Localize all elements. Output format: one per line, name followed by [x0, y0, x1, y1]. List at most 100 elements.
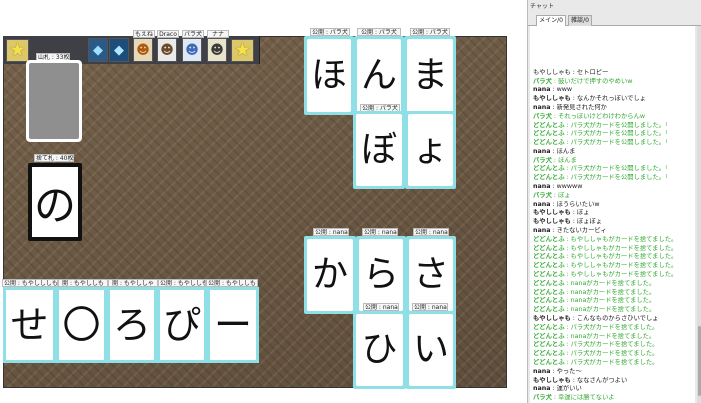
chat-text: : もやししゃもがカードを捨てました。	[564, 271, 678, 279]
chat-speaker: どどんとふ	[533, 244, 565, 252]
card-char: い	[409, 314, 453, 386]
tab-main[interactable]: メイン/0	[536, 15, 566, 26]
chat-text: : もやししゃもがカードを捨てました。	[564, 262, 678, 270]
chat-speaker: nana	[533, 367, 551, 375]
character-icon[interactable]: ☻	[157, 38, 177, 62]
hand-card[interactable]: ろ	[107, 287, 157, 363]
chat-speaker: どどんとふ	[533, 130, 565, 138]
hand-label: 公開 : もやししも	[206, 279, 258, 287]
chat-message: どどんとふ : パラ犬がカードを公開しました。「	[533, 130, 695, 139]
app-root: ★ ◆ ◆ もえね ☻ Draco ☻ パラ犬 ☻ ナナ ☻ ★ 山札 : 33…	[0, 0, 701, 403]
hand-card[interactable]: ー	[207, 287, 259, 363]
chat-window: チャット メイン/0 雑談/0 もやししゃも : セトロピー パラ犬 : 鼓いだけ…	[527, 0, 701, 403]
card[interactable]: ひ	[353, 311, 406, 389]
character-icon[interactable]: ☻	[133, 38, 153, 62]
chat-text: : それっぽいけどわけわからんw	[551, 112, 646, 120]
star-icon[interactable]: ★	[231, 39, 254, 62]
card[interactable]: ょ	[405, 111, 456, 189]
chat-speaker: どどんとふ	[533, 279, 565, 287]
card[interactable]: か	[304, 236, 356, 314]
chat-scrollbar[interactable]	[697, 26, 701, 403]
chat-message: パラ犬 : ぼょ	[533, 192, 695, 201]
discard-pile[interactable]: の	[28, 163, 82, 241]
crystal-icon[interactable]: ◆	[109, 38, 129, 62]
public-label: 公開 : nana	[313, 228, 349, 236]
chat-message: nana : やった〜	[533, 368, 695, 377]
crystal-icon[interactable]: ◆	[88, 38, 108, 62]
chat-text: : パラ犬がカードを公開しました。「	[564, 174, 669, 182]
chat-text: : ななさんがつよい	[570, 376, 628, 384]
chat-speaker: どどんとふ	[533, 350, 565, 358]
public-label: 公開 : nana	[363, 303, 399, 311]
chat-message: どどんとふ : もやししゃもがカードを捨てました。	[533, 245, 695, 254]
chat-message: どどんとふ : パラ犬がカードを捨てました。	[533, 359, 695, 368]
chat-text: : 鼓いだけで押すのやめいw	[551, 77, 633, 85]
hand-card[interactable]: ぴ	[157, 287, 207, 363]
chat-text: : wwwww	[550, 183, 583, 191]
chat-message: パラ犬 : ほんま	[533, 157, 695, 166]
chat-text: : www	[550, 86, 573, 94]
chat-message: パラ犬 : それっぽいけどわけわからんw	[533, 113, 695, 122]
chat-speaker: もやししゃも	[533, 315, 571, 323]
card[interactable]: い	[406, 311, 456, 389]
tab-chat[interactable]: 雑談/0	[568, 15, 592, 26]
token-label: Draco	[157, 30, 179, 38]
chat-text: : ぼょ	[570, 209, 590, 217]
public-label: 公開 : パラ犬	[357, 28, 401, 36]
character-icon[interactable]: ☻	[182, 38, 202, 62]
chat-speaker: もやししゃも	[533, 95, 571, 103]
public-label: 公開 : パラ犬	[410, 28, 450, 36]
hand-card[interactable]: 〇	[56, 287, 107, 363]
card-char: せ	[6, 290, 53, 360]
chat-message: どどんとふ : nanaがカードを捨てました。	[533, 333, 695, 342]
public-label: 公開 : nana	[362, 228, 398, 236]
chat-text: : ぼょぼょ	[570, 218, 603, 226]
character-icon[interactable]: ☻	[207, 38, 227, 62]
chat-message: もやししゃも : ぼょ	[533, 209, 695, 218]
chat-message: どどんとふ : パラ犬がカードを公開しました。「	[533, 139, 695, 148]
chat-text: : ぼょ	[551, 191, 571, 199]
hand-card[interactable]: せ	[3, 287, 56, 363]
chat-text: : パラ犬がカードを公開しました。「	[564, 165, 669, 173]
hand-label: 開 : もやししも	[58, 279, 108, 287]
chat-text: : もやししゃもがカードを捨てました。	[564, 244, 678, 252]
deck-pile[interactable]	[26, 60, 82, 142]
star-icon[interactable]: ★	[6, 39, 29, 62]
chat-speaker: nana	[533, 86, 551, 94]
chat-lines: もやししゃも : セトロピー パラ犬 : 鼓いだけで押すのやめいw nana : w…	[533, 69, 695, 403]
chat-text: : ほうらいたいw	[550, 200, 600, 208]
chat-message: どどんとふ : もやししゃもがカードを捨てました。	[533, 236, 695, 245]
chat-speaker: nana	[533, 103, 551, 111]
chat-text: : nanaがカードを捨てました。	[564, 279, 656, 287]
hand-label: 公開 : もやしししも	[2, 279, 58, 287]
chat-message: nana : 新発見された何か	[533, 104, 695, 113]
chat-text: : 幸運には勝てないよ	[551, 394, 615, 402]
chat-text: : nanaがカードを捨てました。	[564, 288, 656, 296]
chat-message: どどんとふ : パラ犬がカードを公開しました。「	[533, 122, 695, 131]
chat-text: : nanaがカードを捨てました。	[564, 306, 656, 314]
card-char: ひ	[356, 314, 403, 386]
chat-message: nana : きたないカービィ	[533, 227, 695, 236]
chat-text: : パラ犬がカードを公開しました。「	[564, 121, 669, 129]
public-label: 公開 : nana	[413, 228, 449, 236]
chat-text: : パラ犬がカードを捨てました。	[564, 341, 659, 349]
chat-message: どどんとふ : もやししゃもがカードを捨てました。	[533, 253, 695, 262]
chat-speaker: どどんとふ	[533, 271, 565, 279]
card-char: 〇	[59, 290, 104, 360]
card[interactable]: ま	[404, 36, 456, 115]
discard-card-char: の	[33, 180, 76, 230]
card[interactable]: ぼ	[353, 111, 405, 189]
hand-label: 公開 : もやししも	[158, 279, 206, 287]
chat-message: nana : wwwww	[533, 183, 695, 192]
chat-message: もやししゃも : なんかそれっぽいでしょ	[533, 95, 695, 104]
card[interactable]: ほ	[304, 36, 354, 115]
chat-message: どどんとふ : nanaがカードを捨てました。	[533, 280, 695, 289]
chat-text: : パラ犬がカードを公開しました。「	[564, 130, 669, 138]
chat-message: もやししゃも : ぼょぼょ	[533, 218, 695, 227]
chat-text: : きたないカービィ	[550, 227, 607, 235]
chat-message: nana : ほうらいたいw	[533, 201, 695, 210]
chat-message: どどんとふ : もやししゃもがカードを捨てました。	[533, 271, 695, 280]
chat-speaker: どどんとふ	[533, 288, 565, 296]
card-char: ー	[210, 290, 256, 360]
chat-log[interactable]: もやししゃも : セトロピー パラ犬 : 鼓いだけで押すのやめいw nana : w…	[530, 26, 695, 403]
